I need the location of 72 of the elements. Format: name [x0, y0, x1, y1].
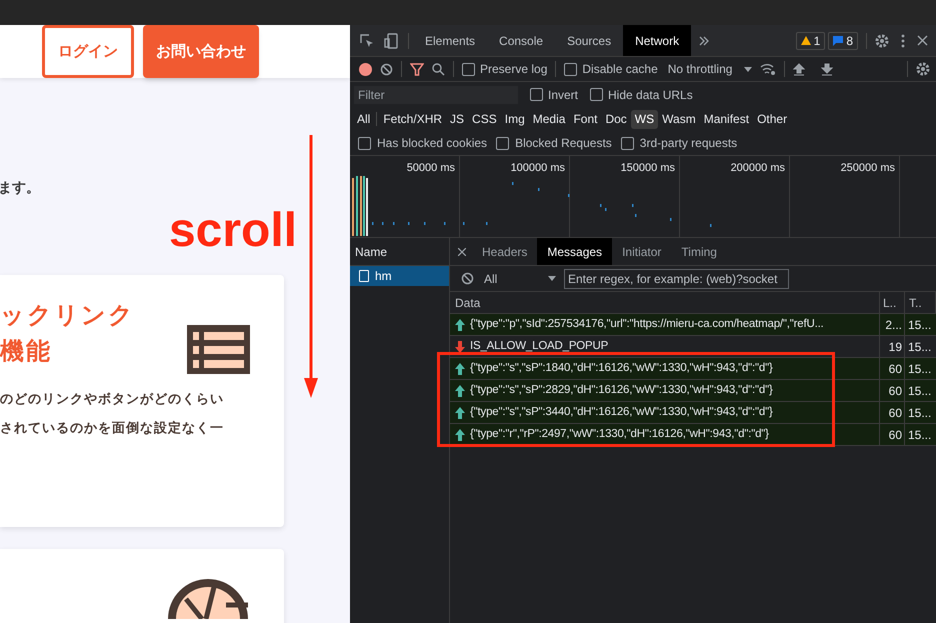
messages-badge[interactable]: 8: [828, 32, 858, 50]
type-filter[interactable]: Font: [569, 110, 602, 128]
detail-tab[interactable]: Initiator: [612, 238, 672, 265]
detail-tab[interactable]: Headers: [472, 238, 538, 265]
checkbox-label: Has blocked cookies: [377, 135, 488, 152]
timeline-tick: 200000 ms: [730, 161, 785, 174]
timeline-tick: 250000 ms: [840, 161, 895, 174]
column-heading: Data: [455, 294, 480, 312]
message-data: {"type":"s","sP":1840,"dH":16126,"wW":1330,"wH":943,"d":"d"}: [470, 360, 773, 376]
type-filter[interactable]: WS: [630, 110, 658, 128]
devtools-tab[interactable]: Console: [487, 25, 556, 56]
checkbox-label: Disable cache: [582, 61, 658, 78]
message-data: {"type":"s","sP":2829,"dH":16126,"wW":1330,"wH":943,"d":"d"}: [470, 382, 773, 398]
column-heading: L..: [883, 294, 896, 312]
detail-tab[interactable]: Timing: [671, 238, 727, 265]
message-time: 15...: [908, 316, 932, 334]
devtools-tab[interactable]: Network: [623, 25, 692, 56]
type-filter[interactable]: Media: [528, 110, 570, 128]
message-time: 15...: [908, 360, 932, 378]
message-data: {"type":"r","rP":2497,"wW":1330,"dH":16126,"wH":943,"d":"d"}: [470, 426, 769, 442]
devtools-tab[interactable]: Sources: [555, 25, 624, 56]
message-row[interactable]: {"type":"s","sP":3440,"dH":16126,"wW":1330,"wH":943,"d":"d"} 60 15...: [450, 402, 936, 424]
type-filter[interactable]: Doc: [601, 110, 631, 128]
regex-filter-input[interactable]: Enter regex, for example: (web)?socket: [564, 268, 789, 288]
message-type-select[interactable]: All: [484, 270, 556, 288]
card-text: されているのかを面倒な設定なく一: [0, 420, 225, 438]
message-time: 15...: [908, 426, 932, 444]
message-length: 60: [888, 426, 902, 444]
request-name: hm: [375, 268, 392, 285]
type-filter[interactable]: Img: [500, 110, 529, 128]
checkbox-label: Blocked Requests: [515, 135, 612, 152]
column-heading: T..: [909, 294, 922, 312]
devtools-tab[interactable]: Elements: [413, 25, 488, 56]
timeline-tick: 50000 ms: [406, 161, 455, 174]
checkbox-label: Hide data URLs: [608, 86, 693, 104]
checkbox-label: 3rd-party requests: [640, 135, 738, 152]
timeline-tick: 100000 ms: [510, 161, 565, 174]
type-filter[interactable]: CSS: [468, 110, 501, 128]
message-length: 60: [888, 404, 902, 422]
type-filter[interactable]: All: [353, 110, 374, 128]
message-data: {"type":"p","sId":257534176,"url":"https://mieru-ca.com/heatmap/","refU...: [470, 316, 824, 332]
checkbox-label: Invert: [548, 86, 578, 104]
message-time: 15...: [908, 404, 932, 422]
message-data: IS_ALLOW_LOAD_POPUP: [470, 338, 608, 354]
timeline-tick: 150000 ms: [620, 161, 675, 174]
message-length: 60: [888, 382, 902, 400]
message-length: 19: [888, 338, 902, 356]
checkbox-label: Preserve log: [480, 61, 548, 78]
type-filter[interactable]: Manifest: [700, 110, 754, 128]
type-filter[interactable]: Other: [753, 110, 792, 128]
message-length: 2...: [885, 316, 902, 334]
throttling-dropdown[interactable]: No throttling: [668, 60, 752, 78]
request-row[interactable]: hm: [350, 266, 449, 286]
card-text: のどのリンクやボタンがどのくらい: [0, 391, 225, 409]
message-row[interactable]: {"type":"r","rP":2497,"wW":1330,"dH":16126,"wH":943,"d":"d"} 60 15...: [450, 424, 936, 446]
column-heading: Name: [355, 244, 388, 260]
message-time: 15...: [908, 338, 932, 356]
scroll-label: scroll: [168, 203, 297, 259]
intro-text: ます。: [0, 179, 40, 198]
type-filter[interactable]: JS: [446, 110, 468, 128]
card-title: ックリンク: [0, 300, 135, 331]
message-row[interactable]: {"type":"s","sP":1840,"dH":16126,"wW":1330,"wH":943,"d":"d"} 60 15...: [450, 358, 936, 380]
type-filter[interactable]: Wasm: [658, 110, 700, 128]
message-time: 15...: [908, 382, 932, 400]
type-filter[interactable]: Fetch/XHR: [379, 110, 446, 128]
filter-input[interactable]: Filter: [354, 86, 518, 104]
message-data: {"type":"s","sP":3440,"dH":16126,"wW":1330,"wH":943,"d":"d"}: [470, 404, 773, 420]
message-row[interactable]: {"type":"s","sP":2829,"dH":16126,"wW":1330,"wH":943,"d":"d"} 60 15...: [450, 380, 936, 402]
detail-tab[interactable]: Messages: [537, 238, 612, 265]
message-length: 60: [888, 360, 902, 378]
warning-badge[interactable]: 1: [796, 32, 826, 50]
message-row[interactable]: {"type":"p","sId":257534176,"url":"https://mieru-ca.com/heatmap/","refU... 2... 15...: [450, 314, 936, 336]
